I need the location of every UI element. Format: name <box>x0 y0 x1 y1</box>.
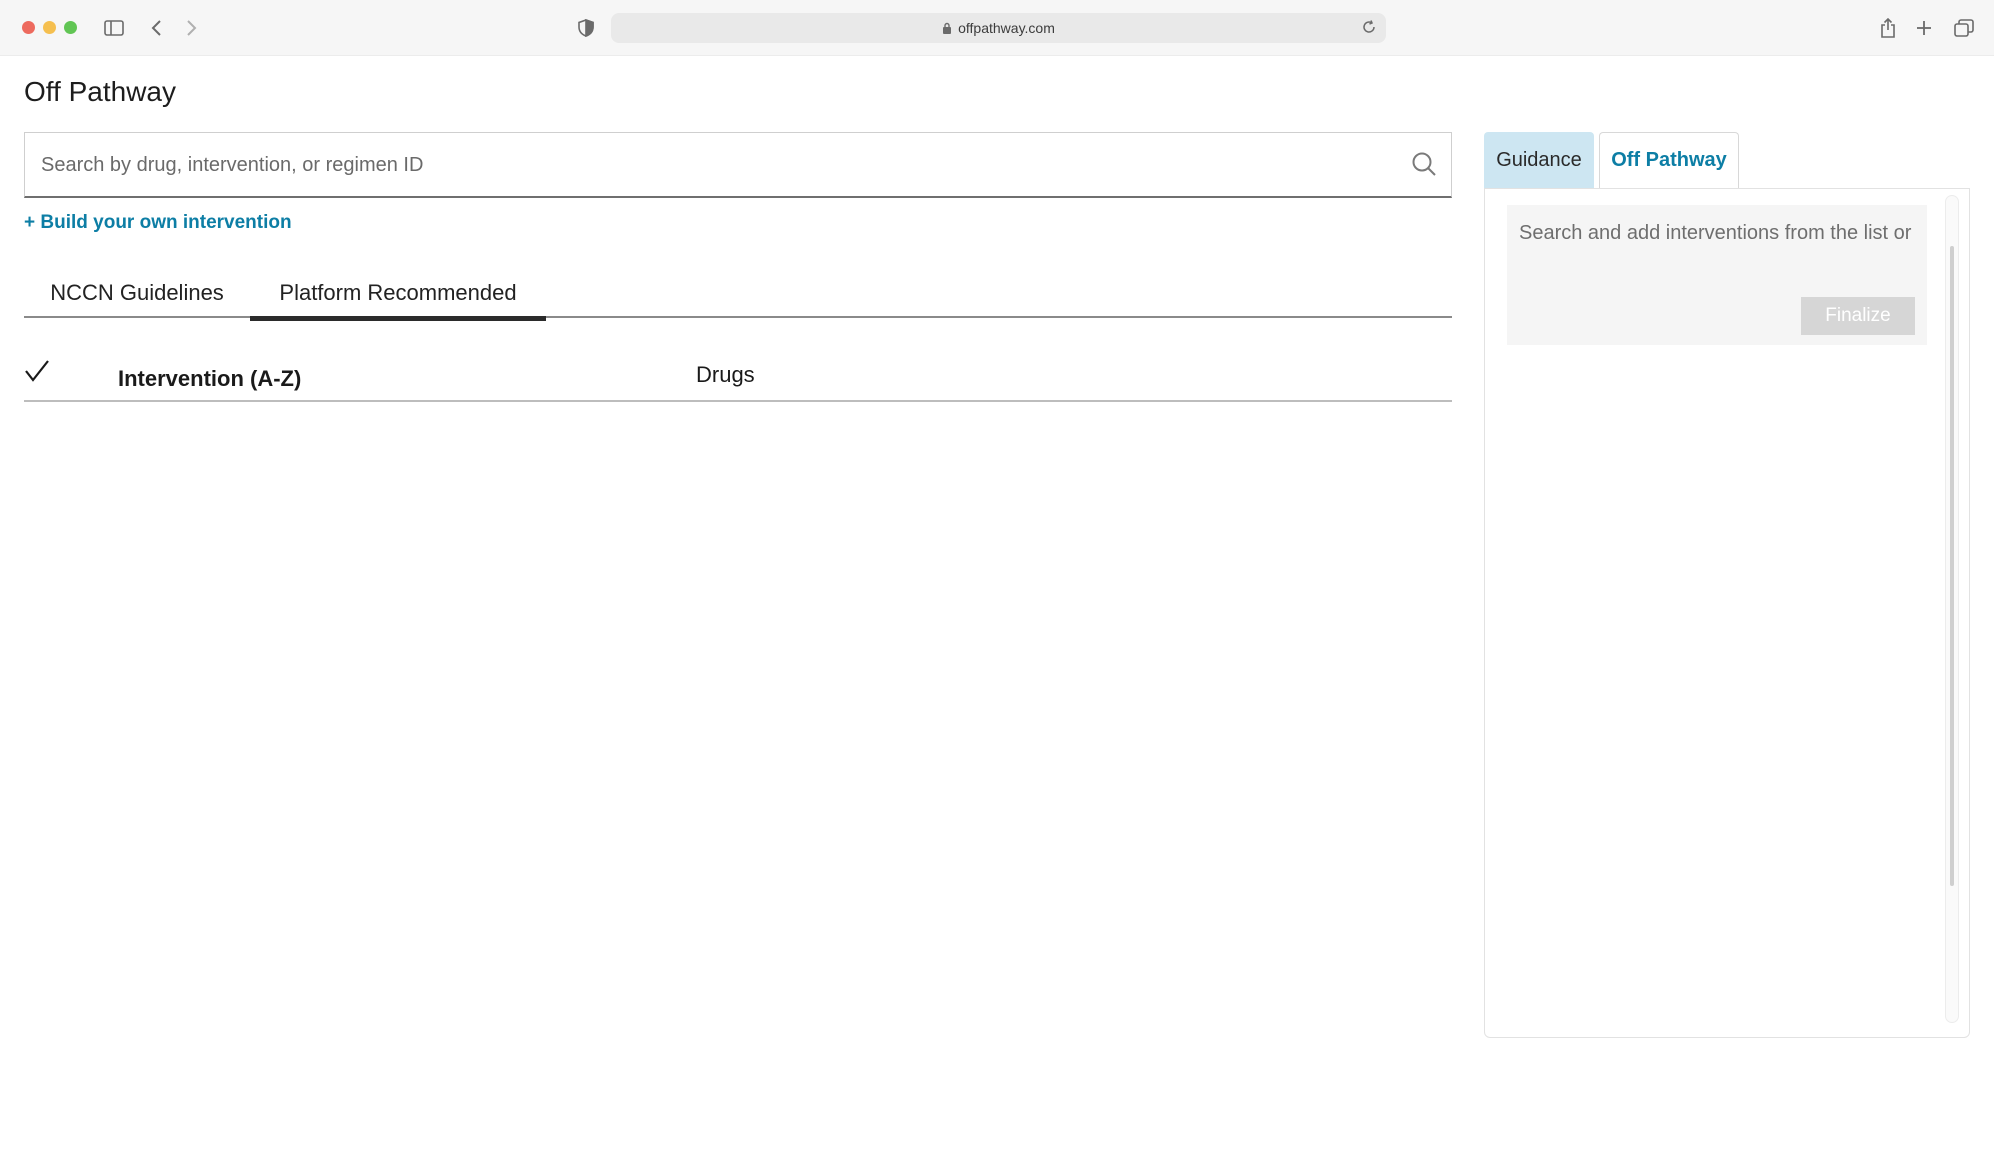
selection-hint: Search and add interventions from the li… <box>1519 222 1912 244</box>
reload-icon[interactable] <box>1362 20 1376 34</box>
url-text: offpathway.com <box>958 20 1055 36</box>
panel-scrollbar[interactable] <box>1945 195 1959 1023</box>
selection-card: Search and add interventions from the li… <box>1507 205 1927 345</box>
back-icon[interactable] <box>144 14 168 42</box>
column-header-intervention[interactable]: Intervention (A-Z) <box>118 366 301 392</box>
address-bar[interactable]: offpathway.com <box>611 13 1386 43</box>
search-input[interactable] <box>41 133 1381 197</box>
page-title: Off Pathway <box>24 76 177 107</box>
browser-toolbar: offpathway.com <box>0 0 1994 56</box>
lock-icon <box>942 22 952 34</box>
tab-platform-recommended[interactable]: Platform Recommended <box>250 268 546 321</box>
tab-nccn-guidelines[interactable]: NCCN Guidelines <box>24 268 250 318</box>
share-icon[interactable] <box>1876 14 1900 42</box>
zoom-window-button[interactable] <box>64 21 77 34</box>
column-header-drugs: Drugs <box>696 362 755 387</box>
guideline-tabs: NCCN Guidelines Platform Recommended <box>24 268 1452 321</box>
tab-overview-icon[interactable] <box>1950 14 1978 42</box>
new-tab-icon[interactable] <box>1912 14 1936 42</box>
search-icon[interactable] <box>1411 151 1437 177</box>
checkmark-icon[interactable] <box>24 358 50 384</box>
scrollbar-thumb[interactable] <box>1950 246 1954 886</box>
sidebar-toggle-icon[interactable] <box>100 14 128 42</box>
table-header: Intervention (A-Z) Drugs <box>24 350 1452 402</box>
tab-off-pathway[interactable]: Off Pathway <box>1599 132 1739 188</box>
forward-icon[interactable] <box>180 14 204 42</box>
off-pathway-panel: Search and add interventions from the li… <box>1484 188 1970 1038</box>
minimize-window-button[interactable] <box>43 21 56 34</box>
privacy-shield-icon[interactable] <box>574 14 598 42</box>
build-your-own-intervention-link[interactable]: + Build your own intervention <box>24 212 292 234</box>
tab-guidance[interactable]: Guidance <box>1484 132 1594 188</box>
search-box <box>24 132 1452 198</box>
close-window-button[interactable] <box>22 21 35 34</box>
finalize-button[interactable]: Finalize <box>1801 297 1915 335</box>
